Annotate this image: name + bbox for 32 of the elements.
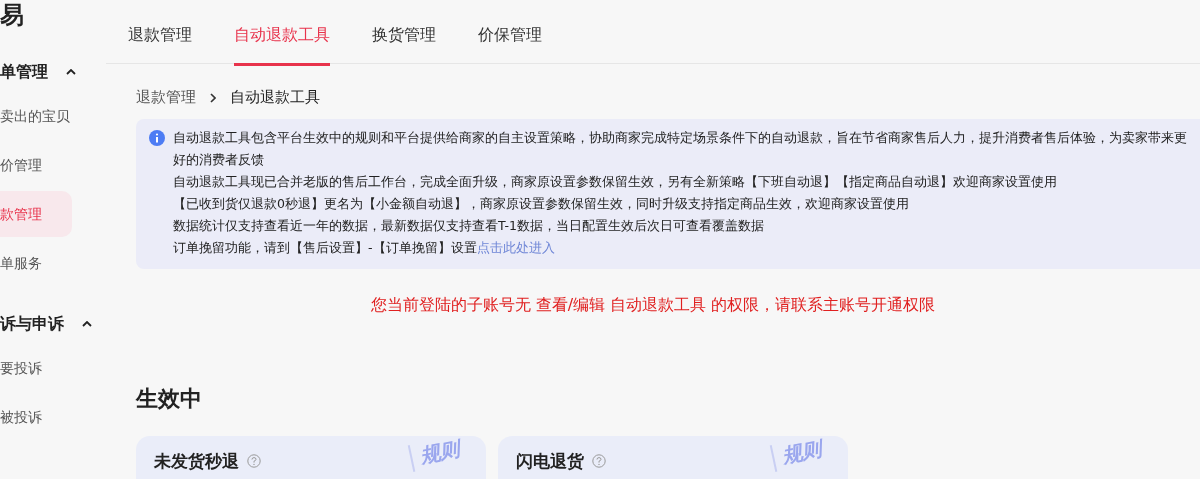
breadcrumb-item[interactable]: 退款管理 [136,88,196,107]
chevron-icon [66,69,76,75]
permission-warning: 您当前登陆的子账号无 查看/编辑 自动退款工具 的权限，请联系主账号开通权限 [370,295,936,314]
card-title: 未发货秒退 [154,450,239,473]
notice-text: 【已收到货仅退款0秒退】更名为【小金额自动退】，商家原设置参数保留生效，同时升级支持指定商品生效，欢迎商家设置使用 [173,196,909,211]
notice-text: 订单挽留功能，请到【售后设置】-【订单挽留】设置 [173,240,477,255]
breadcrumb-item: 自动退款工具 [230,88,320,107]
notice-text: 自动退款工具包含平台生效中的规则和平台提供给商家的自主设置策略，协助商家完成特定场景条件下的自动退款，旨在节省商家售后人力，提升消费者售后体验，为卖家带来更好的消费者反馈 [173,130,1187,167]
rule-stamp: 规则 [407,436,463,472]
tab[interactable]: 价保管理 [478,0,542,66]
tab[interactable]: 换货管理 [372,0,436,66]
sidebar-item[interactable]: 单服务 [0,240,72,286]
sidebar-item[interactable]: 价管理 [0,142,72,188]
rule-stamp: 规则 [769,436,825,472]
tab[interactable]: 自动退款工具 [234,0,330,66]
help-icon[interactable] [592,454,606,468]
chevron-right-icon [210,92,216,103]
info-icon [149,130,165,146]
notice-text: 自动退款工具现已合并老版的售后工作台，完成全面升级，商家原设置参数保留生效，另有全新策略【下班自动退】【指定商品自动退】欢迎商家设置使用 [173,174,1057,189]
logo-text: 易 [0,0,25,31]
menu-group-header[interactable]: 单管理 [0,54,76,90]
chevron-icon [82,321,92,327]
help-icon[interactable] [247,454,261,468]
section-title: 生效中 [136,385,203,413]
notice-text: 数据统计仅支持查看近一年的数据，最新数据仅支持查看T-1数据，当日配置生效后次日可查看覆盖数据 [173,218,764,233]
menu-group-header[interactable]: 诉与申诉 [0,306,92,342]
card-title: 闪电退货 [516,450,584,473]
tab[interactable]: 退款管理 [128,0,192,66]
sidebar-item[interactable]: 卖出的宝贝 [0,93,72,139]
sidebar-item[interactable]: 要投诉 [0,345,72,391]
sidebar-item[interactable]: 被投诉 [0,394,72,440]
sidebar-item[interactable]: 款管理 [0,191,72,237]
